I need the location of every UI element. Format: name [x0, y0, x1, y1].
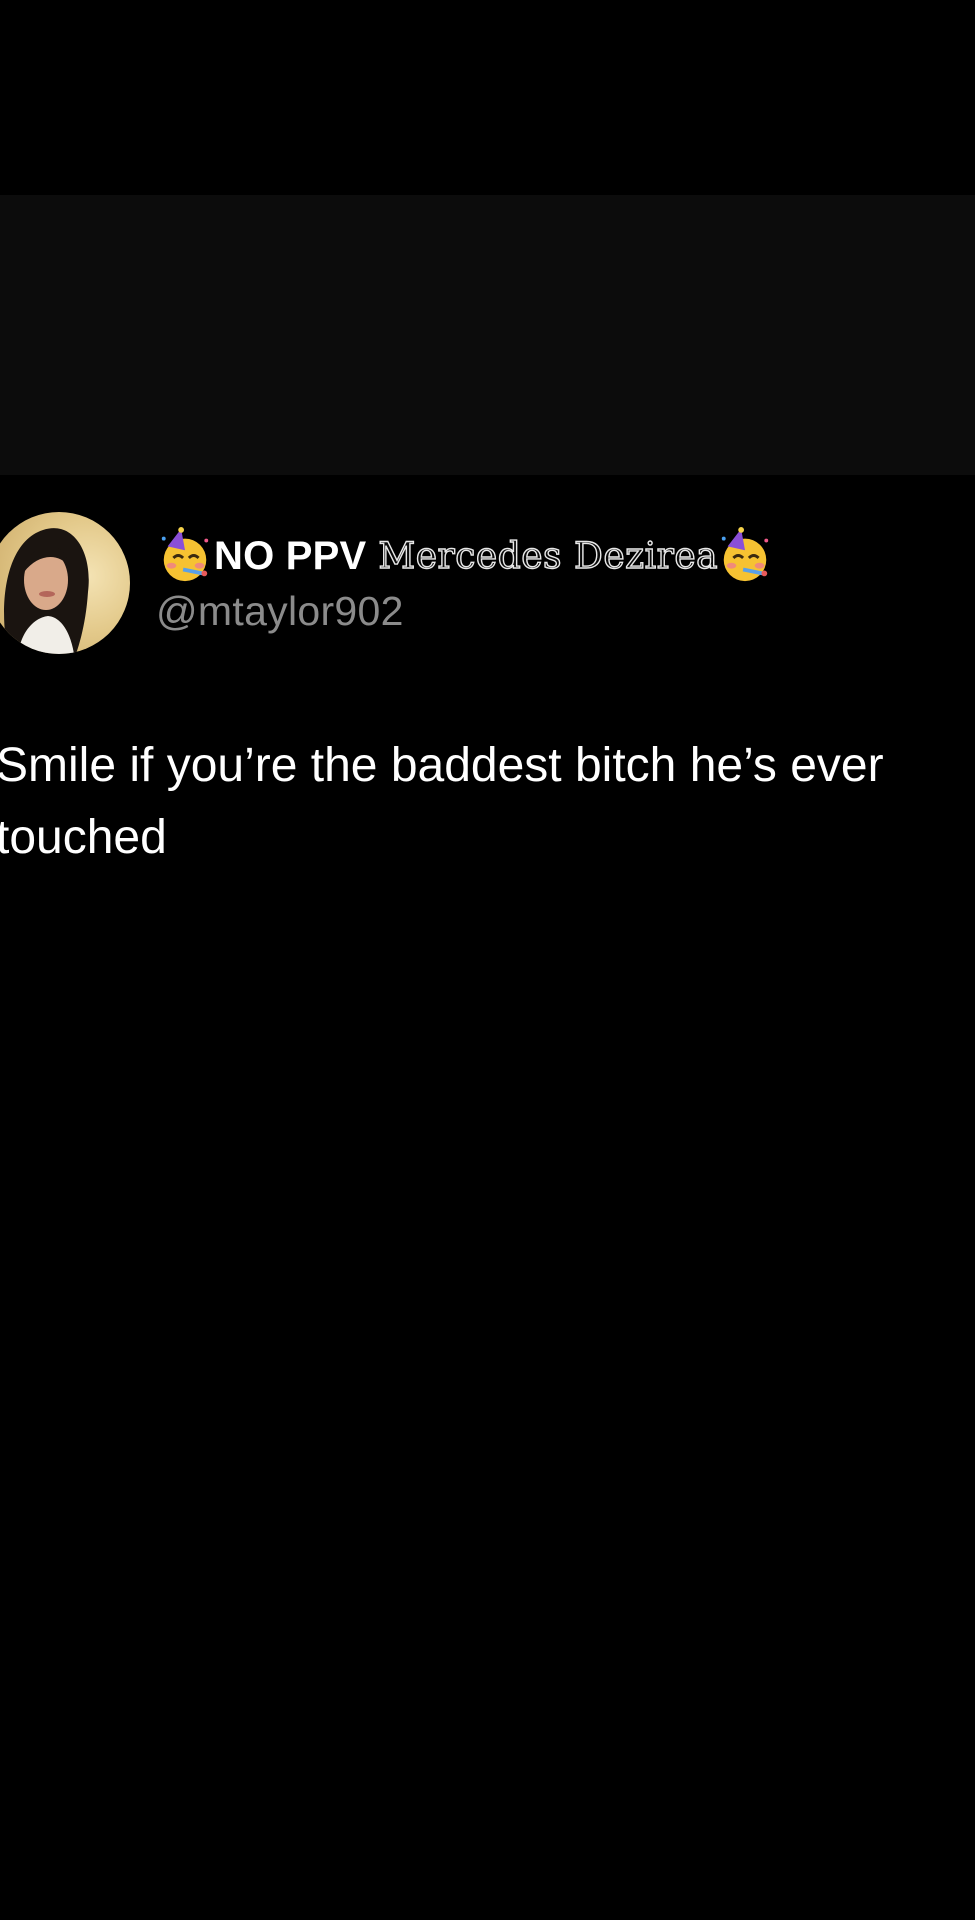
display-name-prefix: NO PPV	[214, 533, 367, 578]
display-name-styled: Mercedes Dezirea	[378, 535, 719, 577]
tweet-text: Smile if you’re the baddest bitch he’s e…	[0, 739, 884, 864]
partying-face-icon	[161, 527, 209, 582]
avatar[interactable]	[0, 512, 130, 654]
display-name[interactable]: NO PPV Mercedes Dezirea	[158, 526, 772, 586]
user-handle[interactable]: @mtaylor902	[156, 588, 404, 635]
tweet-header: NO PPV Mercedes Dezirea @mtaylor902	[0, 512, 975, 657]
avatar-portrait	[4, 528, 89, 654]
partying-face-icon	[721, 527, 769, 582]
video-top-band	[0, 195, 975, 475]
